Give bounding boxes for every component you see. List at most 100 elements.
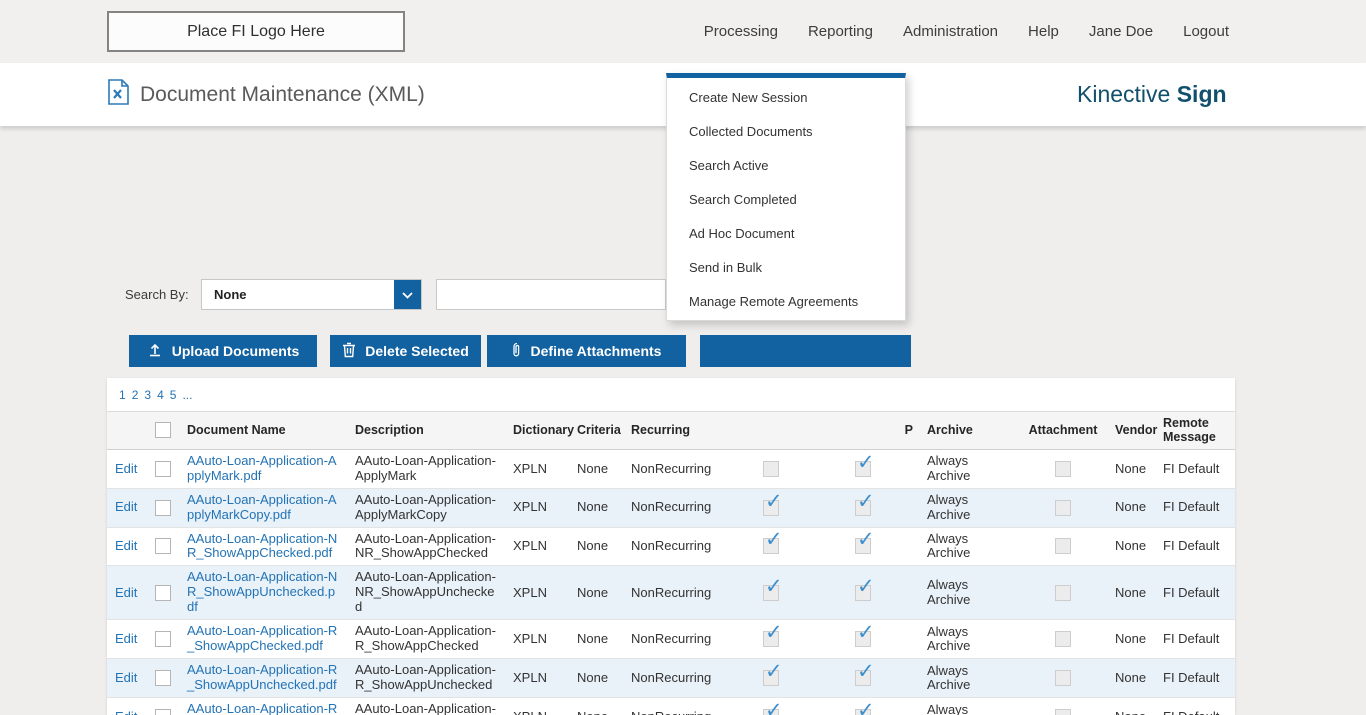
remote-message-cell: FI Default — [1155, 449, 1235, 488]
recurring-cell: NonRecurring — [623, 697, 735, 715]
select-all-checkbox[interactable] — [155, 422, 171, 438]
checkbox-col-2[interactable]: ✓ — [855, 461, 871, 477]
checkbox-col-1[interactable]: ✓ — [763, 500, 779, 516]
edit-link[interactable]: Edit — [115, 631, 137, 646]
vendor-cell: None — [1107, 566, 1155, 620]
upload-documents-button[interactable]: Upload Documents — [129, 335, 317, 367]
col-header-5: Criteria — [569, 412, 623, 450]
menu-item-create-new-session[interactable]: Create New Session — [667, 80, 905, 114]
checkbox-col-1[interactable]: ✓ — [763, 670, 779, 686]
criteria-cell: None — [569, 566, 623, 620]
dictionary-cell: XPLN — [505, 620, 569, 659]
check-mark-icon: ✓ — [857, 451, 875, 474]
archive-cell: Always Archive — [919, 488, 1019, 527]
col-header-6: Recurring — [623, 412, 735, 450]
checkbox-col-2[interactable]: ✓ — [855, 709, 871, 715]
define-attachments-button[interactable]: Define Attachments — [487, 335, 686, 367]
checkbox-col-1[interactable]: ✓ — [763, 585, 779, 601]
attachment-checkbox[interactable] — [1055, 670, 1071, 686]
document-link[interactable]: AAuto-Loan-Application-NR_ShowAppChecked… — [187, 531, 337, 561]
check-mark-icon: ✓ — [857, 575, 875, 598]
attachment-checkbox[interactable] — [1055, 631, 1071, 647]
col-header-8: P — [807, 412, 919, 450]
checkbox-col-1[interactable]: ✓ — [763, 538, 779, 554]
page-link-2[interactable]: 2 — [132, 388, 139, 402]
table-row: Edit AAuto-Loan-Application-ApplyMarkCopy… — [107, 488, 1235, 527]
check-mark-icon: ✓ — [765, 575, 783, 598]
remote-message-cell: FI Default — [1155, 566, 1235, 620]
document-link[interactable]: AAuto-Loan-Application-RS-AFD731-test.pd… — [187, 701, 337, 715]
edit-link[interactable]: Edit — [115, 538, 137, 553]
nav-item-help[interactable]: Help — [1028, 23, 1059, 40]
select-dropdown-button[interactable] — [394, 280, 421, 309]
checkbox-col-2[interactable]: ✓ — [855, 585, 871, 601]
row-checkbox[interactable] — [155, 500, 171, 516]
col-header-11: Vendor — [1107, 412, 1155, 450]
nav-item-processing[interactable]: Processing — [704, 23, 778, 40]
attachment-checkbox[interactable] — [1055, 709, 1071, 715]
edit-link[interactable]: Edit — [115, 709, 137, 715]
document-link[interactable]: AAuto-Loan-Application-R_ShowAppUnchecke… — [187, 662, 337, 692]
checkbox-col-1[interactable]: ✓ — [763, 709, 779, 715]
menu-item-collected-documents[interactable]: Collected Documents — [667, 114, 905, 148]
edit-link[interactable]: Edit — [115, 499, 137, 514]
paperclip-icon — [512, 342, 522, 361]
document-link[interactable]: AAuto-Loan-Application-R_ShowAppChecked.… — [187, 623, 337, 653]
criteria-cell: None — [569, 449, 623, 488]
document-link[interactable]: AAuto-Loan-Application-NR_ShowAppUncheck… — [187, 569, 337, 614]
menu-item-manage-remote-agreements[interactable]: Manage Remote Agreements — [667, 284, 905, 318]
row-checkbox[interactable] — [155, 670, 171, 686]
checkbox-col-2[interactable]: ✓ — [855, 670, 871, 686]
search-by-select[interactable]: None — [201, 279, 422, 310]
menu-item-ad-hoc-document[interactable]: Ad Hoc Document — [667, 216, 905, 250]
page-link-5[interactable]: 5 — [170, 388, 177, 402]
attachment-checkbox[interactable] — [1055, 461, 1071, 477]
nav-item-logout[interactable]: Logout — [1183, 23, 1229, 40]
page-link-...[interactable]: ... — [182, 388, 192, 402]
row-checkbox[interactable] — [155, 631, 171, 647]
upload-documents-label: Upload Documents — [172, 343, 300, 359]
checkbox-col-1[interactable]: ✓ — [763, 631, 779, 647]
fi-logo-placeholder: Place FI Logo Here — [107, 11, 405, 52]
search-input[interactable] — [436, 279, 666, 310]
checkbox-col-1[interactable] — [763, 461, 779, 477]
col-header-9: Archive — [919, 412, 1019, 450]
description-cell: AAuto-Loan-Application-NR_ShowAppChecked — [347, 527, 505, 566]
vendor-cell: None — [1107, 488, 1155, 527]
edit-link[interactable]: Edit — [115, 461, 137, 476]
attachment-checkbox[interactable] — [1055, 585, 1071, 601]
checkbox-col-2[interactable]: ✓ — [855, 538, 871, 554]
nav-item-jane-doe[interactable]: Jane Doe — [1089, 23, 1153, 40]
attachment-checkbox[interactable] — [1055, 500, 1071, 516]
check-mark-icon: ✓ — [857, 490, 875, 513]
page-link-3[interactable]: 3 — [144, 388, 151, 402]
recurring-cell: NonRecurring — [623, 566, 735, 620]
document-link[interactable]: AAuto-Loan-Application-ApplyMarkCopy.pdf — [187, 492, 337, 522]
menu-item-search-active[interactable]: Search Active — [667, 148, 905, 182]
checkbox-col-2[interactable]: ✓ — [855, 500, 871, 516]
occluded-toolbar-button[interactable] — [700, 335, 911, 367]
page-link-4[interactable]: 4 — [157, 388, 164, 402]
row-checkbox[interactable] — [155, 461, 171, 477]
recurring-cell: NonRecurring — [623, 449, 735, 488]
checkbox-col-2[interactable]: ✓ — [855, 631, 871, 647]
dictionary-cell: XPLN — [505, 566, 569, 620]
document-link[interactable]: AAuto-Loan-Application-ApplyMark.pdf — [187, 453, 337, 483]
row-checkbox[interactable] — [155, 709, 171, 715]
edit-link[interactable]: Edit — [115, 585, 137, 600]
recurring-cell: NonRecurring — [623, 620, 735, 659]
edit-link[interactable]: Edit — [115, 670, 137, 685]
criteria-cell: None — [569, 527, 623, 566]
row-checkbox[interactable] — [155, 538, 171, 554]
xml-document-icon — [107, 79, 130, 110]
attachment-checkbox[interactable] — [1055, 538, 1071, 554]
remote-message-cell: FI Default — [1155, 488, 1235, 527]
menu-item-search-completed[interactable]: Search Completed — [667, 182, 905, 216]
menu-item-send-in-bulk[interactable]: Send in Bulk — [667, 250, 905, 284]
delete-selected-button[interactable]: Delete Selected — [330, 335, 481, 367]
nav-item-reporting[interactable]: Reporting — [808, 23, 873, 40]
table-row: Edit AAuto-Loan-Application-R_ShowAppUnch… — [107, 659, 1235, 698]
row-checkbox[interactable] — [155, 585, 171, 601]
page-link-1[interactable]: 1 — [119, 388, 126, 402]
nav-item-administration[interactable]: Administration — [903, 23, 998, 40]
